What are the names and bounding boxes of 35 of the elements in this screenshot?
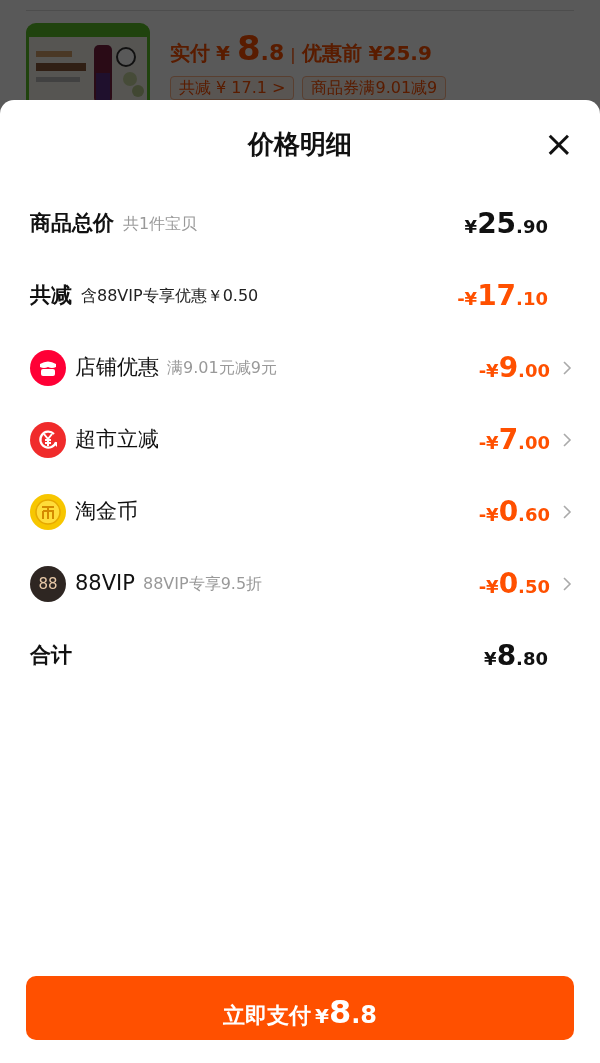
row-note: 含88VIP专享优惠￥0.50: [81, 285, 259, 307]
chevron-right-icon: [562, 432, 572, 448]
paid-price: ¥ 8.8: [216, 27, 285, 70]
row-label: 共减: [30, 282, 72, 310]
close-button[interactable]: ×: [543, 126, 574, 162]
row-label: 店铺优惠: [75, 354, 159, 382]
original-price: 优惠前 ¥25.9: [301, 40, 432, 67]
yuan-icon: [30, 422, 66, 458]
sheet-title: 价格明细: [248, 127, 352, 161]
row-label: 淘金币: [75, 498, 138, 526]
separator: |: [290, 44, 296, 66]
price-amount: ¥25.90: [464, 206, 548, 242]
chevron-right-icon: [562, 360, 572, 376]
discount-amount: -¥17.10: [457, 278, 548, 314]
paid-label: 实付: [170, 40, 210, 67]
price-amount: ¥8.80: [484, 638, 548, 674]
row-label: 88VIP: [75, 570, 135, 598]
chevron-right-icon: [562, 504, 572, 520]
discount-row[interactable]: 超市立减 -¥7.00: [0, 404, 600, 476]
discount-row[interactable]: 淘金币 -¥0.60: [0, 476, 600, 548]
row-label: 商品总价: [30, 210, 114, 238]
chevron-right-icon: [562, 576, 572, 592]
row-note: 共1件宝贝: [123, 213, 198, 235]
discount-row[interactable]: 88 88VIP 88VIP专享9.5折 -¥0.50: [0, 548, 600, 620]
row-label: 超市立减: [75, 426, 159, 454]
row-label: 合计: [30, 642, 72, 670]
discount-amount: -¥0.60: [478, 494, 550, 530]
row-note: 满9.01元减9元: [167, 357, 277, 379]
discount-row[interactable]: 店铺优惠 满9.01元减9元 -¥9.00: [0, 332, 600, 404]
vip-badge: 88: [30, 566, 66, 602]
discount-amount: -¥0.50: [478, 566, 550, 602]
row-note: 88VIP专享9.5折: [142, 573, 263, 595]
discount-amount: -¥7.00: [478, 422, 550, 458]
coin-icon: [30, 494, 66, 530]
discount-amount: -¥9.00: [478, 350, 550, 386]
